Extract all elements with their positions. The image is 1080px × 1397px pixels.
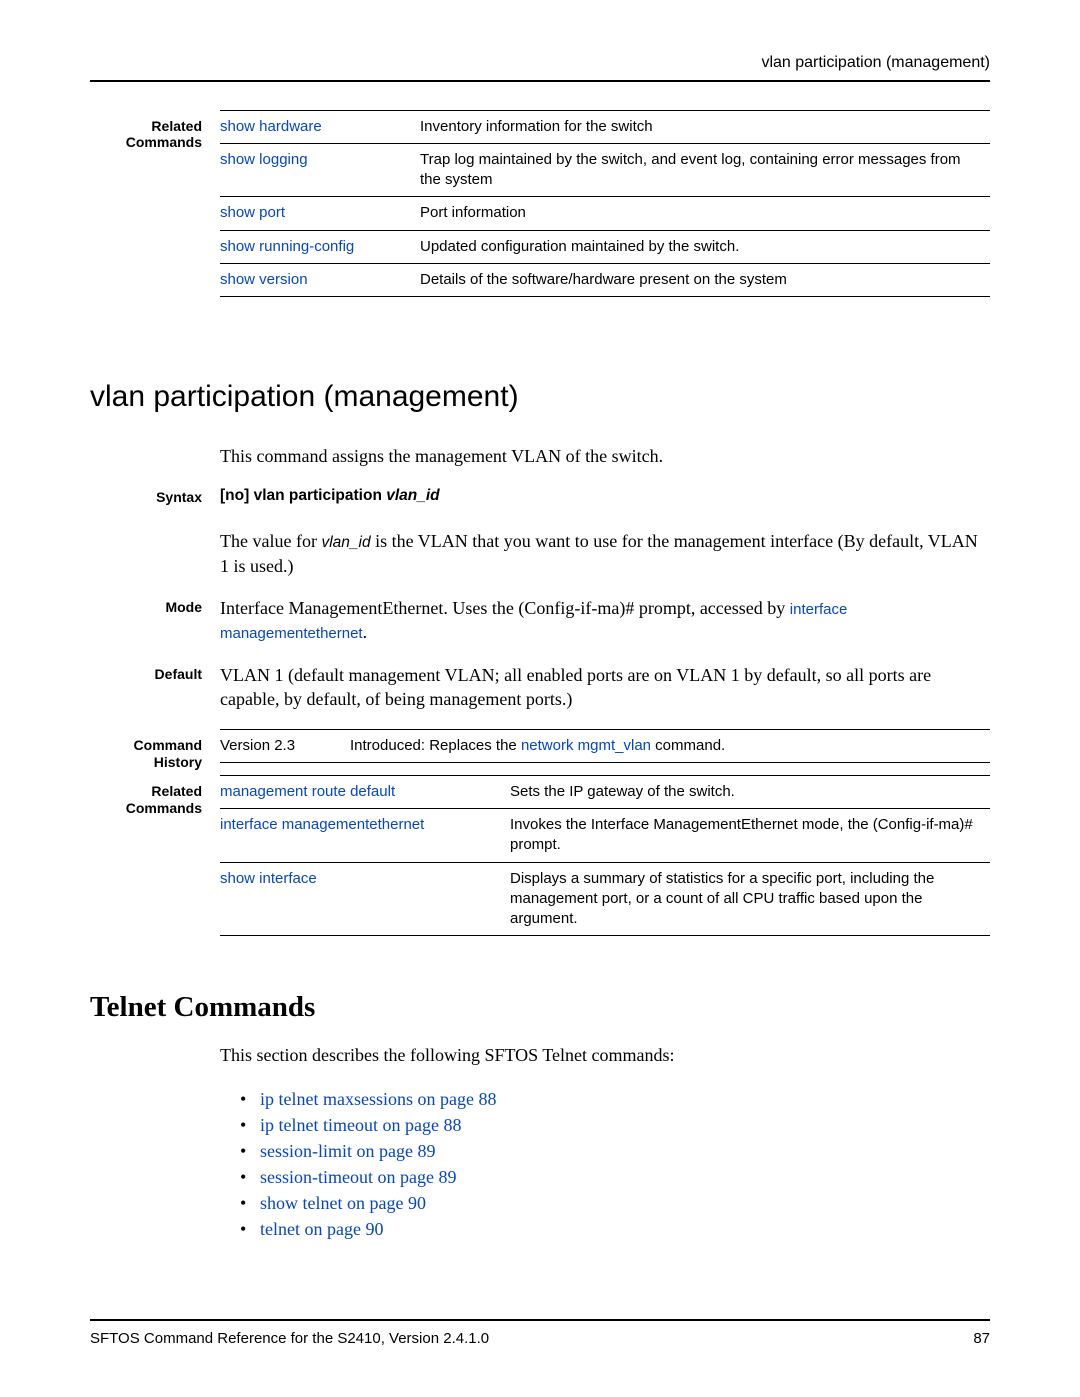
cmd-desc: Inventory information for the switch [420, 110, 990, 143]
table-row: show hardware Inventory information for … [220, 110, 990, 143]
table-row: show port Port information [220, 197, 990, 230]
cmd-desc: Sets the IP gateway of the switch. [510, 775, 990, 808]
list-item[interactable]: show telnet on page 90 [240, 1190, 990, 1216]
related-label: RelatedCommands [90, 110, 220, 152]
cmd-link[interactable]: show hardware [220, 110, 420, 143]
list-item[interactable]: session-timeout on page 89 [240, 1164, 990, 1190]
related-commands-top: RelatedCommands show hardware Inventory … [90, 110, 990, 298]
syntax-label: Syntax [90, 486, 220, 507]
table-row: interface managementethernet Invokes the… [220, 809, 990, 863]
default-row: Default VLAN 1 (default management VLAN;… [90, 663, 990, 712]
related2-content: management route default Sets the IP gat… [220, 775, 990, 937]
cmd-desc: Details of the software/hardware present… [420, 263, 990, 296]
syntax-desc: The value for vlan_id is the VLAN that y… [220, 529, 990, 578]
history-row: CommandHistory Version 2.3 Introduced: R… [90, 729, 990, 771]
table-row: show interface Displays a summary of sta… [220, 862, 990, 936]
footer-page: 87 [973, 1329, 990, 1349]
history-label: CommandHistory [90, 729, 220, 771]
syntax-text: [no] vlan participation vlan_id [220, 487, 440, 504]
footer-left: SFTOS Command Reference for the S2410, V… [90, 1329, 489, 1349]
syntax-desc-param: vlan_id [321, 534, 370, 551]
syntax-param: vlan_id [386, 487, 439, 504]
telnet-heading: Telnet Commands [90, 988, 990, 1027]
mode-row: Mode Interface ManagementEthernet. Uses … [90, 596, 990, 645]
mode-label: Mode [90, 596, 220, 617]
list-item[interactable]: ip telnet timeout on page 88 [240, 1112, 990, 1138]
default-label: Default [90, 663, 220, 684]
cmd-desc: Displays a summary of statistics for a s… [510, 862, 990, 936]
syntax-no: no [225, 487, 244, 504]
related2-label: RelatedCommands [90, 775, 220, 817]
telnet-list: ip telnet maxsessions on page 88 ip teln… [240, 1086, 990, 1243]
header-rule [90, 80, 990, 82]
related-table: show hardware Inventory information for … [220, 110, 990, 298]
telnet-intro: This section describes the following SFT… [220, 1043, 990, 1067]
default-content: VLAN 1 (default management VLAN; all ena… [220, 663, 990, 712]
history-text: Introduced: Replaces the network mgmt_vl… [350, 730, 990, 763]
list-item[interactable]: session-limit on page 89 [240, 1138, 990, 1164]
cmd-link[interactable]: management route default [220, 775, 510, 808]
mode-text-a: Interface ManagementEthernet. Uses the (… [220, 598, 790, 618]
footer-rule [90, 1319, 990, 1321]
cmd-desc: Port information [420, 197, 990, 230]
section-intro: This command assigns the management VLAN… [220, 444, 990, 468]
mode-text-b: . [363, 622, 368, 642]
cmd-desc: Updated configuration maintained by the … [420, 230, 990, 263]
page-footer: SFTOS Command Reference for the S2410, V… [90, 1319, 990, 1349]
section-heading: vlan participation (management) [90, 377, 990, 418]
history-link[interactable]: network mgmt_vlan [521, 737, 651, 754]
list-item[interactable]: telnet on page 90 [240, 1216, 990, 1242]
syntax-desc-a: The value for [220, 531, 321, 551]
related2-row: RelatedCommands management route default… [90, 775, 990, 937]
table-row: Version 2.3 Introduced: Replaces the net… [220, 730, 990, 763]
cmd-desc: Invokes the Interface ManagementEthernet… [510, 809, 990, 863]
footer-row: SFTOS Command Reference for the S2410, V… [90, 1329, 990, 1349]
list-item[interactable]: ip telnet maxsessions on page 88 [240, 1086, 990, 1112]
history-text-b: command. [651, 737, 725, 754]
history-text-a: Introduced: Replaces the [350, 737, 521, 754]
syntax-cmd: vlan participation [254, 487, 382, 504]
page-header-title: vlan participation (management) [761, 52, 990, 74]
table-row: show running-config Updated configuratio… [220, 230, 990, 263]
page-header-row: vlan participation (management) [90, 52, 990, 80]
table-row: show version Details of the software/har… [220, 263, 990, 296]
syntax-content: [no] vlan participation vlan_id [220, 486, 990, 507]
cmd-link[interactable]: show running-config [220, 230, 420, 263]
related2-table: management route default Sets the IP gat… [220, 775, 990, 937]
page: vlan participation (management) RelatedC… [0, 0, 1080, 1397]
cmd-link[interactable]: show port [220, 197, 420, 230]
history-content: Version 2.3 Introduced: Replaces the net… [220, 729, 990, 763]
related-table-wrap: show hardware Inventory information for … [220, 110, 990, 298]
history-ver: Version 2.3 [220, 730, 350, 763]
cmd-link[interactable]: show interface [220, 862, 510, 936]
syntax-row: Syntax [no] vlan participation vlan_id [90, 486, 990, 507]
cmd-link[interactable]: interface managementethernet [220, 809, 510, 863]
cmd-link[interactable]: show version [220, 263, 420, 296]
table-row: management route default Sets the IP gat… [220, 775, 990, 808]
history-table: Version 2.3 Introduced: Replaces the net… [220, 729, 990, 763]
cmd-desc: Trap log maintained by the switch, and e… [420, 143, 990, 197]
mode-content: Interface ManagementEthernet. Uses the (… [220, 596, 990, 645]
cmd-link[interactable]: show logging [220, 143, 420, 197]
table-row: show logging Trap log maintained by the … [220, 143, 990, 197]
